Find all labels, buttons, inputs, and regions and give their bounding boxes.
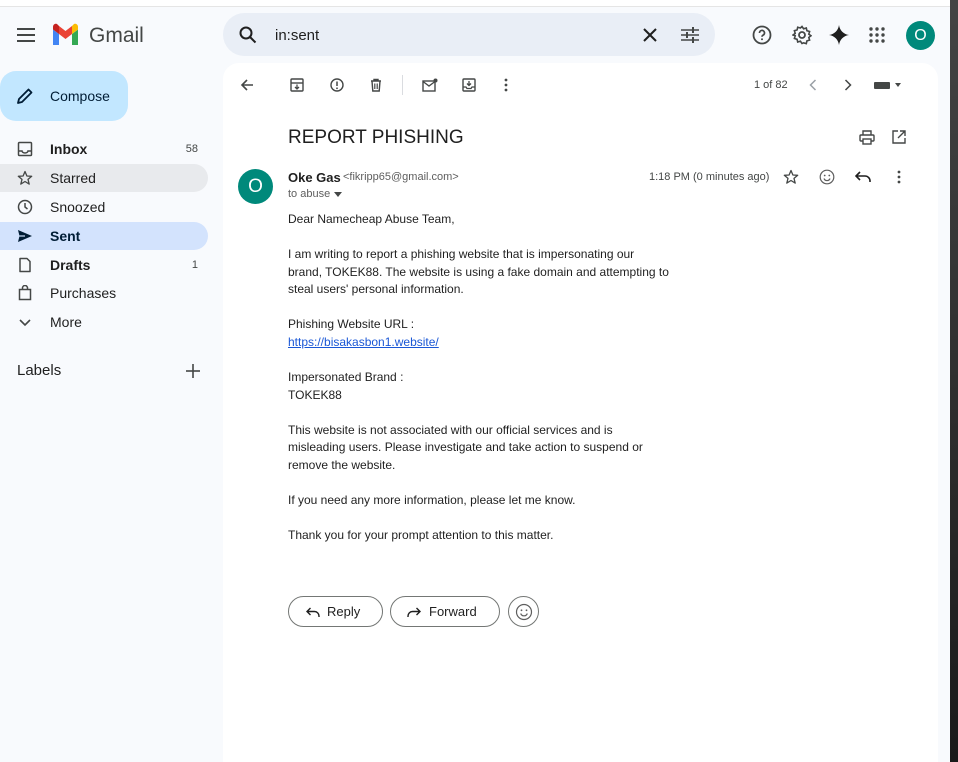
mark-unread-icon[interactable] xyxy=(420,75,440,95)
sidebar-item-inbox[interactable]: Inbox 58 xyxy=(0,135,208,163)
sidebar-item-starred[interactable]: Starred xyxy=(0,164,208,192)
sidebar-item-snoozed[interactable]: Snoozed xyxy=(0,193,208,221)
send-icon xyxy=(18,230,32,242)
gemini-sparkle-icon[interactable] xyxy=(827,23,851,47)
sidebar-item-drafts[interactable]: Drafts 1 xyxy=(0,251,208,279)
app-name[interactable]: Gmail xyxy=(89,24,144,48)
draft-count: 1 xyxy=(191,259,198,271)
phishing-url-text[interactable]: https://bisakasbon1.website/ xyxy=(288,335,439,349)
help-icon[interactable] xyxy=(750,23,774,47)
older-chevron-right-icon[interactable] xyxy=(838,75,858,95)
star-icon xyxy=(17,170,33,185)
sidebar-item-sent[interactable]: Sent xyxy=(0,222,208,250)
sidebar-item-label: Sent xyxy=(50,228,81,244)
more-vertical-icon[interactable] xyxy=(496,75,516,95)
main-menu-icon[interactable] xyxy=(14,24,38,46)
sidebar-item-label: Starred xyxy=(50,170,96,186)
star-message-icon[interactable] xyxy=(781,167,801,187)
body-brand-value: TOKEK88 xyxy=(288,388,342,402)
sidebar-item-label: Inbox xyxy=(50,141,88,157)
body-paragraph-1-line-3: steal users' personal information. xyxy=(288,282,464,296)
forward-button[interactable]: Forward xyxy=(390,596,500,627)
add-label-icon[interactable] xyxy=(183,361,203,381)
sender-avatar[interactable]: O xyxy=(238,169,273,204)
body-greeting: Dear Namecheap Abuse Team, xyxy=(288,212,455,226)
recipient-line[interactable]: to abuse xyxy=(288,188,343,200)
clock-icon xyxy=(17,199,33,215)
archive-icon[interactable] xyxy=(287,75,307,95)
labels-heading: Labels xyxy=(17,362,62,379)
reply-label: Reply xyxy=(327,604,361,619)
clear-search-icon[interactable] xyxy=(640,25,660,45)
caret-down-icon[interactable] xyxy=(334,191,343,197)
body-url-label: Phishing Website URL : xyxy=(288,317,415,331)
sidebar-item-label: Snoozed xyxy=(50,199,106,215)
body-paragraph-3: If you need any more information, please… xyxy=(288,493,576,507)
delete-trash-icon[interactable] xyxy=(366,75,386,95)
reply-icon xyxy=(306,607,320,617)
back-arrow-icon[interactable] xyxy=(237,75,257,95)
body-paragraph-1-line-1: I am writing to report a phishing websit… xyxy=(288,247,635,261)
newer-chevron-left-icon[interactable] xyxy=(803,75,823,95)
compose-label: Compose xyxy=(50,88,110,104)
compose-button[interactable]: Compose xyxy=(0,71,128,121)
body-paragraph-4: Thank you for your prompt attention to t… xyxy=(288,528,554,542)
phishing-url-link[interactable]: https://bisakasbon1.website/ xyxy=(288,334,439,352)
emoji-reaction-icon[interactable] xyxy=(817,167,837,187)
gmail-logo-icon[interactable] xyxy=(51,23,80,45)
sidebar-item-label: More xyxy=(50,314,82,330)
pagination-count: 1 of 82 xyxy=(754,79,788,91)
search-bar[interactable] xyxy=(223,13,715,56)
sidebar-item-more[interactable]: More xyxy=(0,308,208,336)
window-top-border xyxy=(0,0,950,7)
message-time: 1:18 PM (0 minutes ago) xyxy=(649,171,770,183)
report-spam-icon[interactable] xyxy=(327,75,347,95)
search-options-icon[interactable] xyxy=(679,25,701,45)
email-subject: REPORT PHISHING xyxy=(288,127,464,148)
pencil-icon xyxy=(16,87,34,105)
search-input[interactable] xyxy=(273,23,627,47)
sidebar-item-label: Drafts xyxy=(50,257,91,273)
reply-button[interactable]: Reply xyxy=(288,596,383,627)
body-paragraph-1-line-2: brand, TOKEK88. The website is using a f… xyxy=(288,265,669,279)
reply-arrow-icon[interactable] xyxy=(853,167,873,187)
desktop-edge xyxy=(950,0,958,762)
unread-count: 58 xyxy=(185,143,198,155)
account-avatar[interactable]: O xyxy=(906,21,935,50)
toolbar-divider xyxy=(402,75,403,95)
message-more-vertical-icon[interactable] xyxy=(889,167,909,187)
move-to-icon[interactable] xyxy=(459,75,479,95)
body-paragraph-2-line-1: This website is not associated with our … xyxy=(288,423,613,437)
inbox-icon xyxy=(17,141,33,157)
sidebar-item-purchases[interactable]: Purchases xyxy=(0,279,208,307)
sender-email: <fikripp65@gmail.com> xyxy=(343,171,459,183)
input-tools-keyboard-icon[interactable] xyxy=(871,75,905,95)
smiley-icon xyxy=(515,603,532,620)
forward-label: Forward xyxy=(429,604,477,619)
open-new-window-icon[interactable] xyxy=(889,127,909,147)
shopping-bag-icon xyxy=(18,285,32,301)
forward-icon xyxy=(407,607,421,617)
body-paragraph-2-line-2: misleading users. Please investigate and… xyxy=(288,440,643,454)
sender-name[interactable]: Oke Gas xyxy=(288,170,341,185)
emoji-react-button[interactable] xyxy=(508,596,539,627)
apps-grid-icon[interactable] xyxy=(866,24,888,46)
recipient-text: to abuse xyxy=(288,188,331,200)
body-paragraph-2-line-3: remove the website. xyxy=(288,458,396,472)
body-brand-label: Impersonated Brand : xyxy=(288,370,404,384)
sidebar-item-label: Purchases xyxy=(50,285,117,301)
draft-icon xyxy=(19,257,31,273)
chevron-down-icon xyxy=(19,319,31,327)
print-icon[interactable] xyxy=(857,127,877,147)
search-icon[interactable] xyxy=(237,24,259,46)
settings-gear-icon[interactable] xyxy=(790,23,814,47)
